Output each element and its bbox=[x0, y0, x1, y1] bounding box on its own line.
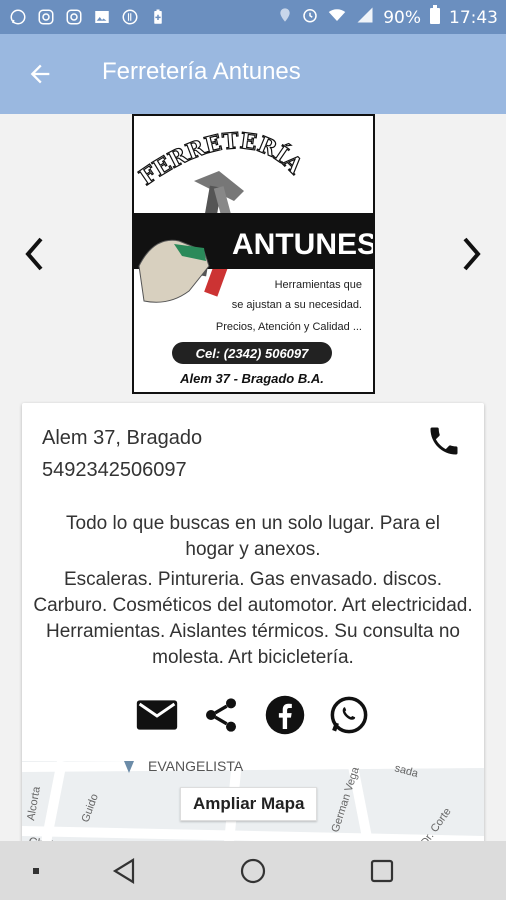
logo-cel-text: Cel: (2342) 506097 bbox=[196, 346, 310, 361]
description-paragraph-2: Escaleras. Pintureria. Gas envasado. dis… bbox=[33, 569, 473, 668]
notification-icons bbox=[8, 7, 168, 27]
bitcoin-icon bbox=[120, 7, 140, 27]
back-button[interactable] bbox=[22, 56, 58, 92]
clock-time: 17:43 bbox=[449, 7, 498, 28]
image-icon bbox=[92, 7, 112, 27]
share-button[interactable] bbox=[199, 693, 243, 737]
share-icon bbox=[206, 698, 236, 732]
menu-dot-button[interactable] bbox=[20, 855, 52, 887]
system-navigation-bar bbox=[0, 841, 506, 900]
whatsapp-button[interactable] bbox=[327, 693, 371, 737]
wifi-icon bbox=[327, 6, 347, 29]
call-button[interactable] bbox=[426, 423, 462, 459]
logo-address-text: Alem 37 - Bragado B.A. bbox=[179, 371, 324, 386]
whatsapp-icon bbox=[8, 7, 28, 27]
dot-icon bbox=[33, 868, 39, 874]
alarm-icon bbox=[301, 6, 319, 29]
battery-plus-icon bbox=[148, 7, 168, 27]
battery-icon bbox=[429, 5, 441, 30]
arrow-left-icon bbox=[30, 64, 50, 84]
previous-image-button[interactable] bbox=[18, 234, 50, 274]
logo-tagline-2: se ajustan a su necesidad. bbox=[232, 299, 362, 311]
facebook-icon bbox=[265, 695, 305, 735]
system-home-button[interactable] bbox=[237, 855, 269, 887]
whatsapp-icon bbox=[330, 696, 368, 734]
email-button[interactable] bbox=[135, 693, 179, 737]
business-logo[interactable]: FERRETERÍA ANTUNES Herramientas que se a… bbox=[132, 114, 375, 394]
app-bar: Ferretería Antunes bbox=[0, 34, 506, 114]
triangle-back-icon bbox=[112, 858, 135, 884]
location-icon bbox=[277, 6, 293, 29]
battery-percent: 90% bbox=[383, 7, 421, 28]
share-actions bbox=[22, 693, 484, 737]
phone-icon bbox=[430, 427, 458, 455]
main-content: FERRETERÍA ANTUNES Herramientas que se a… bbox=[0, 114, 506, 863]
chevron-left-icon bbox=[25, 237, 43, 271]
business-info-card: Alem 37, Bragado 5492342506097 Todo lo q… bbox=[22, 403, 484, 863]
signal-icon bbox=[355, 6, 375, 29]
system-back-button[interactable] bbox=[108, 855, 140, 887]
status-bar: 90% 17:43 bbox=[0, 0, 506, 34]
system-recents-button[interactable] bbox=[366, 855, 398, 887]
expand-map-button[interactable]: Ampliar Mapa bbox=[180, 787, 318, 821]
map-street-evangelista: EVANGELISTA bbox=[148, 761, 244, 774]
business-phone[interactable]: 5492342506097 bbox=[42, 459, 187, 482]
next-image-button[interactable] bbox=[456, 234, 488, 274]
business-address: Alem 37, Bragado bbox=[42, 427, 203, 449]
square-recents-icon bbox=[370, 859, 394, 883]
logo-brand-text: ANTUNES bbox=[232, 228, 373, 261]
logo-tagline-3: Precios, Atención y Calidad ... bbox=[216, 321, 362, 333]
page-title: Ferretería Antunes bbox=[102, 58, 301, 85]
business-description: Todo lo que buscas en un solo lugar. Par… bbox=[22, 511, 484, 671]
chevron-right-icon bbox=[463, 237, 481, 271]
status-right: 90% 17:43 bbox=[277, 5, 498, 30]
facebook-button[interactable] bbox=[263, 693, 307, 737]
instagram-icon bbox=[64, 7, 84, 27]
logo-tagline-1: Herramientas que bbox=[275, 279, 362, 291]
circle-home-icon bbox=[240, 858, 266, 884]
email-icon bbox=[136, 700, 178, 730]
description-paragraph-1: Todo lo que buscas en un solo lugar. Par… bbox=[66, 513, 440, 560]
instagram-icon bbox=[36, 7, 56, 27]
